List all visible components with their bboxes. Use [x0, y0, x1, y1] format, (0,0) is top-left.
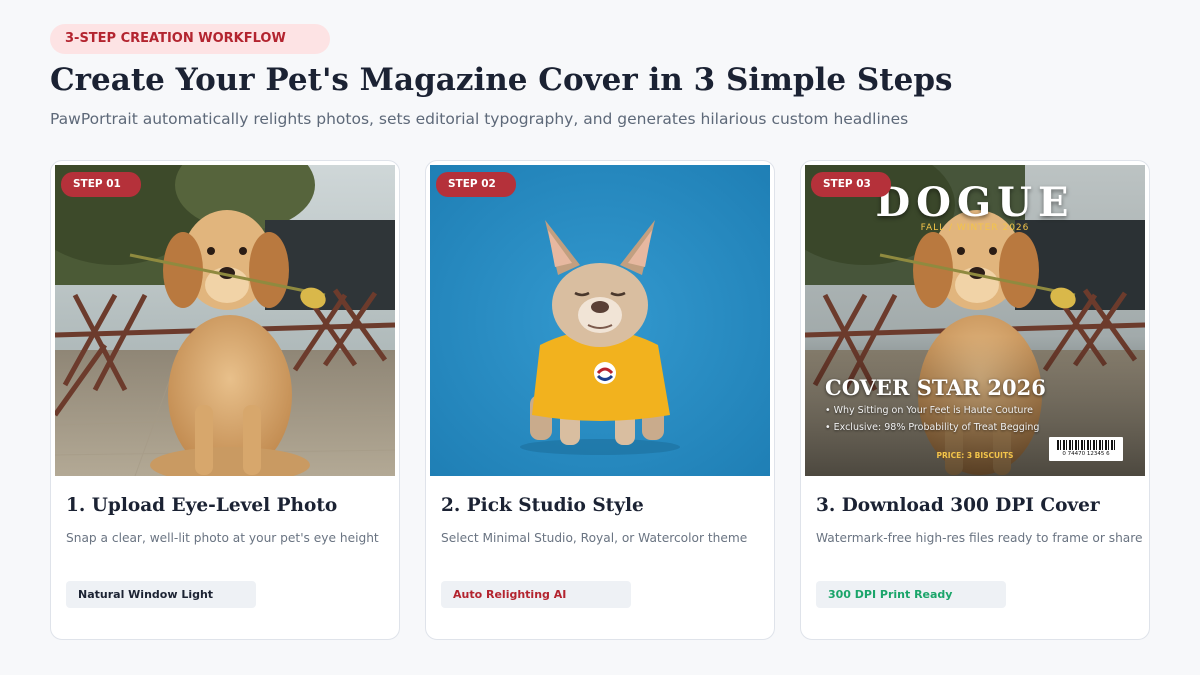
step-card-download[interactable]: DOGUE FALL / WINTER 2026 COVER STAR 2026…	[800, 160, 1150, 640]
cover-issue-date: FALL / WINTER 2026	[920, 223, 1030, 233]
step-title: 3. Download 300 DPI Cover	[816, 495, 1100, 516]
workflow-eyebrow-badge: 3-STEP CREATION WORKFLOW	[50, 24, 330, 54]
feature-tag: Natural Window Light	[66, 581, 256, 608]
step-description: Snap a clear, well-lit photo at your pet…	[66, 531, 379, 545]
step-badge: STEP 03	[811, 172, 891, 197]
barcode-icon: 0 74470 12345 6	[1049, 437, 1123, 461]
step-badge: STEP 01	[61, 172, 141, 197]
step-description: Watermark-free high-res files ready to f…	[816, 531, 1143, 545]
page-subtitle: PawPortrait automatically relights photo…	[50, 110, 909, 128]
step-badge: STEP 02	[436, 172, 516, 197]
page-title: Create Your Pet's Magazine Cover in 3 Si…	[50, 62, 953, 98]
barcode-number: 0 74470 12345 6	[1062, 451, 1110, 457]
step-title: 1. Upload Eye-Level Photo	[66, 495, 338, 516]
feature-tag: 300 DPI Print Ready	[816, 581, 1006, 608]
french-bulldog-photo	[430, 165, 770, 476]
step-title: 2. Pick Studio Style	[441, 495, 644, 516]
cover-line: COVER STAR 2026	[825, 375, 1046, 400]
step-description: Select Minimal Studio, Royal, or Waterco…	[441, 531, 748, 545]
feature-tag: Auto Relighting AI	[441, 581, 631, 608]
cover-bullet: • Why Sitting on Your Feet is Haute Cout…	[825, 405, 1033, 416]
cover-bullet: • Exclusive: 98% Probability of Treat Be…	[825, 422, 1040, 433]
magazine-cover-preview: DOGUE FALL / WINTER 2026 COVER STAR 2026…	[805, 165, 1145, 476]
golden-retriever-photo	[55, 165, 395, 476]
step-card-style[interactable]: STEP 02 2. Pick Studio Style Select Mini…	[425, 160, 775, 640]
step-card-upload[interactable]: STEP 01 1. Upload Eye-Level Photo Snap a…	[50, 160, 400, 640]
